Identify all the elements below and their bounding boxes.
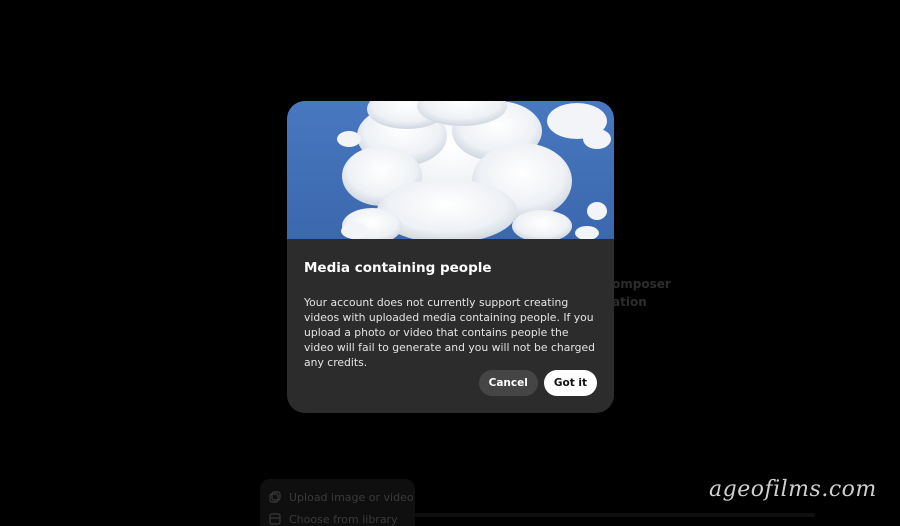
media-people-dialog: Media containing people Your account doe… [287,101,614,413]
dialog-body: Media containing people Your account doe… [287,239,614,370]
library-icon [269,513,281,525]
cloud-sky-image [287,101,614,239]
background-station-text: ation [612,295,647,309]
background-upload-menu: Upload image or video Choose from librar… [260,479,415,526]
library-label: Choose from library [289,512,398,526]
library-menu-item: Choose from library [260,508,415,526]
dialog-message: Your account does not currently support … [304,296,595,369]
upload-media-menu-item: Upload image or video [260,486,415,508]
page: omposer ation Upload image or video Choo… [0,0,900,526]
dialog-actions: Cancel Got it [478,370,597,396]
upload-media-icon [269,491,281,503]
got-it-button[interactable]: Got it [543,370,597,396]
watermark-logo: ageofilms.com [709,477,877,502]
background-bar [415,513,815,517]
cancel-button[interactable]: Cancel [478,370,538,396]
dialog-title: Media containing people [304,260,492,276]
background-composer-text: omposer [612,277,671,291]
upload-media-label: Upload image or video [289,490,414,504]
